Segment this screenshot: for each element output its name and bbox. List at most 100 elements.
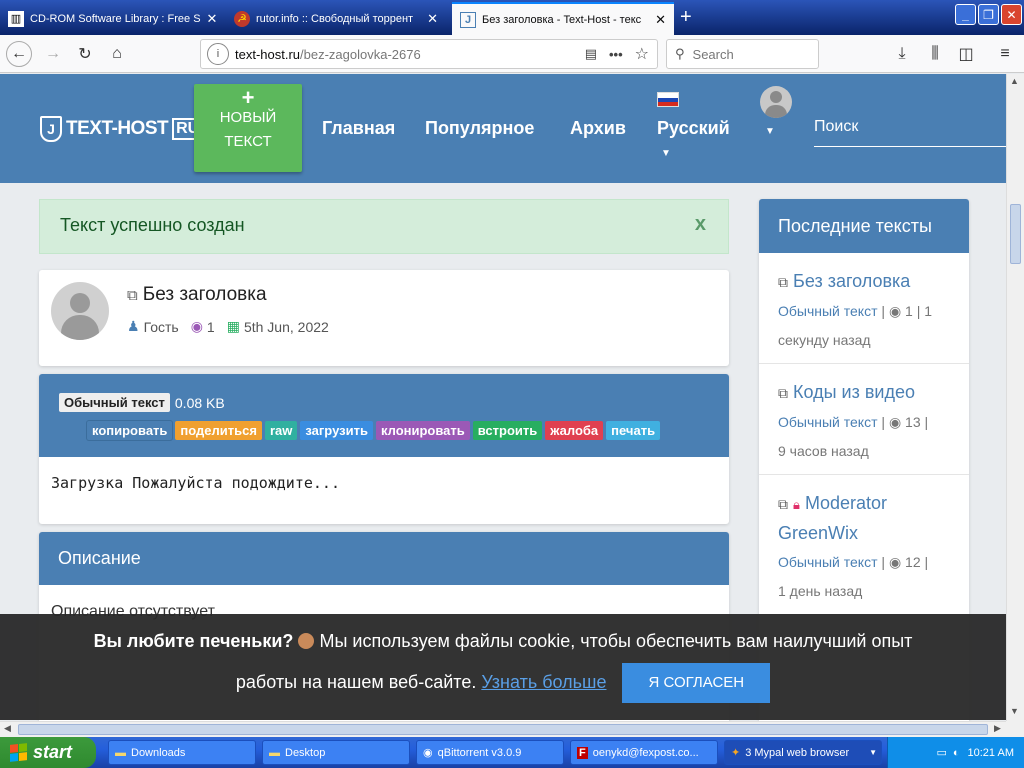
nav-popular[interactable]: Популярное <box>425 118 534 139</box>
mypal-icon: ✦ <box>731 747 741 759</box>
close-icon[interactable]: ✕ <box>421 11 438 27</box>
sidebar-item-syntax[interactable]: Обычный текст <box>778 554 878 570</box>
taskbar-item-filezilla[interactable]: Foenykd@fexpost.co... <box>570 740 718 765</box>
network-icon[interactable]: ▭ <box>936 746 946 759</box>
sidebar-item-extra: | <box>924 414 929 430</box>
scrollbar-thumb[interactable] <box>1010 204 1021 264</box>
embed-button[interactable]: встроить <box>472 421 543 440</box>
start-label: start <box>33 742 73 762</box>
library-button[interactable]: ⫼ <box>922 41 948 67</box>
paste-toolbar: Обычный текст 0.08 KB копировать поделит… <box>39 374 729 457</box>
vertical-scrollbar[interactable]: ▲ ▼ <box>1006 74 1024 721</box>
library-icon: ⫼ <box>931 45 939 62</box>
clone-button[interactable]: клонировать <box>375 421 470 440</box>
scroll-down-arrow-icon[interactable]: ▼ <box>1010 706 1019 716</box>
tab-rutor[interactable]: ☭ rutor.info :: Свободный торрент ✕ <box>226 2 446 35</box>
close-icon[interactable]: ✕ <box>649 12 666 28</box>
site-search-input[interactable]: Поиск <box>814 114 1006 147</box>
reader-view-icon[interactable]: ▤ <box>585 46 597 62</box>
copy-button[interactable]: копировать <box>87 421 173 440</box>
eye-icon: ◉ <box>888 414 902 430</box>
hscrollbar-thumb[interactable] <box>18 724 988 735</box>
url-path: /bez-zagolovka-2676 <box>300 46 421 62</box>
post-author: Гость <box>143 318 179 335</box>
info-icon[interactable]: i <box>207 43 229 65</box>
paste-size: 0.08 KB <box>174 394 225 411</box>
taskbar-item-qbittorrent[interactable]: ◉ qBittorrent v3.0.9 <box>416 740 564 765</box>
bookmark-star-icon[interactable]: ☆ <box>635 44 649 64</box>
close-window-button[interactable]: ✕ <box>1001 4 1022 25</box>
list-item: ⧉ Без заголовка Обычный текст | ◉ 1 | 1 … <box>759 253 969 364</box>
sidebar-item-title[interactable]: Коды из видео <box>793 382 915 402</box>
url-host: text-host.ru <box>235 46 301 62</box>
user-icon: ♟ <box>127 318 140 334</box>
raw-button[interactable]: raw <box>264 421 298 440</box>
new-text-button[interactable]: + НОВЫЙ ТЕКСТ <box>194 84 302 172</box>
browser-search-input[interactable]: ⚲ Search <box>666 39 819 69</box>
sidebar-heading: Последние тексты <box>759 199 969 253</box>
tab-texthost[interactable]: J Без заголовка - Text-Host - текс ✕ <box>452 2 674 35</box>
new-text-line1: НОВЫЙ <box>219 109 277 126</box>
scroll-up-arrow-icon[interactable]: ▲ <box>1010 76 1019 86</box>
forward-button[interactable]: → <box>40 41 66 67</box>
download-button[interactable]: загрузить <box>300 421 373 440</box>
nav-language[interactable]: Русский <box>657 118 730 139</box>
sidebar-item-time: секунду назад <box>778 332 871 348</box>
start-button[interactable]: start <box>0 737 96 768</box>
taskbar-item-downloads[interactable]: ▬ Downloads <box>108 740 256 765</box>
user-menu-chevron-icon[interactable]: ▼ <box>765 126 775 137</box>
task-label: Downloads <box>131 746 186 759</box>
tab-cdrom[interactable]: ▥ CD-ROM Software Library : Free S ✕ <box>0 2 220 35</box>
minimize-button[interactable]: _ <box>955 4 976 25</box>
alert-close-button[interactable]: x <box>695 213 706 236</box>
sidebar-item-extra: | <box>924 554 929 570</box>
user-avatar[interactable] <box>760 86 792 118</box>
page-actions-icon[interactable]: ••• <box>609 47 623 62</box>
maximize-button[interactable]: ❐ <box>978 4 999 25</box>
sidebar-item-syntax[interactable]: Обычный текст <box>778 414 878 430</box>
sidebar-button[interactable]: ◫ <box>953 41 979 67</box>
cookie-icon <box>298 633 315 649</box>
site-logo[interactable]: J TEXT-HOST RU <box>40 116 204 142</box>
taskbar-item-desktop[interactable]: ▬ Desktop <box>262 740 410 765</box>
list-item: ⧉ 🔒︎ Moderator GreenWix Обычный текст | … <box>759 475 969 615</box>
author-avatar <box>51 282 109 340</box>
back-button[interactable]: ← <box>6 41 32 67</box>
reload-button[interactable]: ↻ <box>72 41 98 67</box>
cookie-message-line2: работы на нашем веб-сайте. <box>235 672 477 692</box>
share-button[interactable]: поделиться <box>175 421 262 440</box>
close-icon[interactable]: ✕ <box>201 11 218 27</box>
eye-icon: ◉ <box>888 554 902 570</box>
horizontal-scrollbar[interactable]: ◀ ▶ <box>0 721 1006 737</box>
post-date: 5th Jun, 2022 <box>243 318 329 335</box>
sidebar-item-syntax[interactable]: Обычный текст <box>778 303 878 319</box>
home-button[interactable]: ⌂ <box>104 41 130 67</box>
learn-more-link[interactable]: Узнать больше <box>481 662 606 703</box>
nav-home[interactable]: Главная <box>322 118 395 139</box>
syntax-badge: Обычный текст <box>59 393 170 412</box>
site-header: J TEXT-HOST RU + НОВЫЙ ТЕКСТ Главная Поп… <box>0 74 1006 183</box>
volume-icon[interactable]: ◐ <box>953 747 960 759</box>
downloads-button[interactable]: ⤓ <box>889 41 915 67</box>
sidebar-item-title[interactable]: Без заголовка <box>793 271 910 291</box>
library-icon: ▥ <box>8 10 24 27</box>
reload-icon: ↻ <box>78 46 92 63</box>
report-button[interactable]: жалоба <box>545 421 604 440</box>
cookie-banner: Вы любите печеньки? Мы используем файлы … <box>0 614 1006 720</box>
folder-icon: ▬ <box>115 746 126 759</box>
chevron-down-icon[interactable]: ▼ <box>661 148 671 159</box>
url-bar[interactable]: i text-host.ru/bez-zagolovka-2676 ▤ ••• … <box>200 39 658 69</box>
tab-title: Без заголовка - Text-Host - текс <box>482 13 642 26</box>
nav-archive[interactable]: Архив <box>570 118 626 139</box>
new-tab-button[interactable]: + <box>680 6 692 29</box>
menu-button[interactable]: ≡ <box>992 41 1018 67</box>
print-button[interactable]: печать <box>606 421 661 440</box>
copy-icon: ⧉ <box>778 274 788 290</box>
lock-icon: 🔒︎ <box>793 497 800 512</box>
scroll-right-arrow-icon[interactable]: ▶ <box>994 723 1001 734</box>
accept-cookies-button[interactable]: Я СОГЛАСЕН <box>622 662 771 703</box>
russian-flag-icon <box>657 92 679 107</box>
scroll-left-arrow-icon[interactable]: ◀ <box>4 723 11 734</box>
sidebar-item-time: 1 день назад <box>778 583 863 599</box>
taskbar-item-mypal[interactable]: ✦ 3 Mypal web browser ▼ <box>724 740 882 765</box>
